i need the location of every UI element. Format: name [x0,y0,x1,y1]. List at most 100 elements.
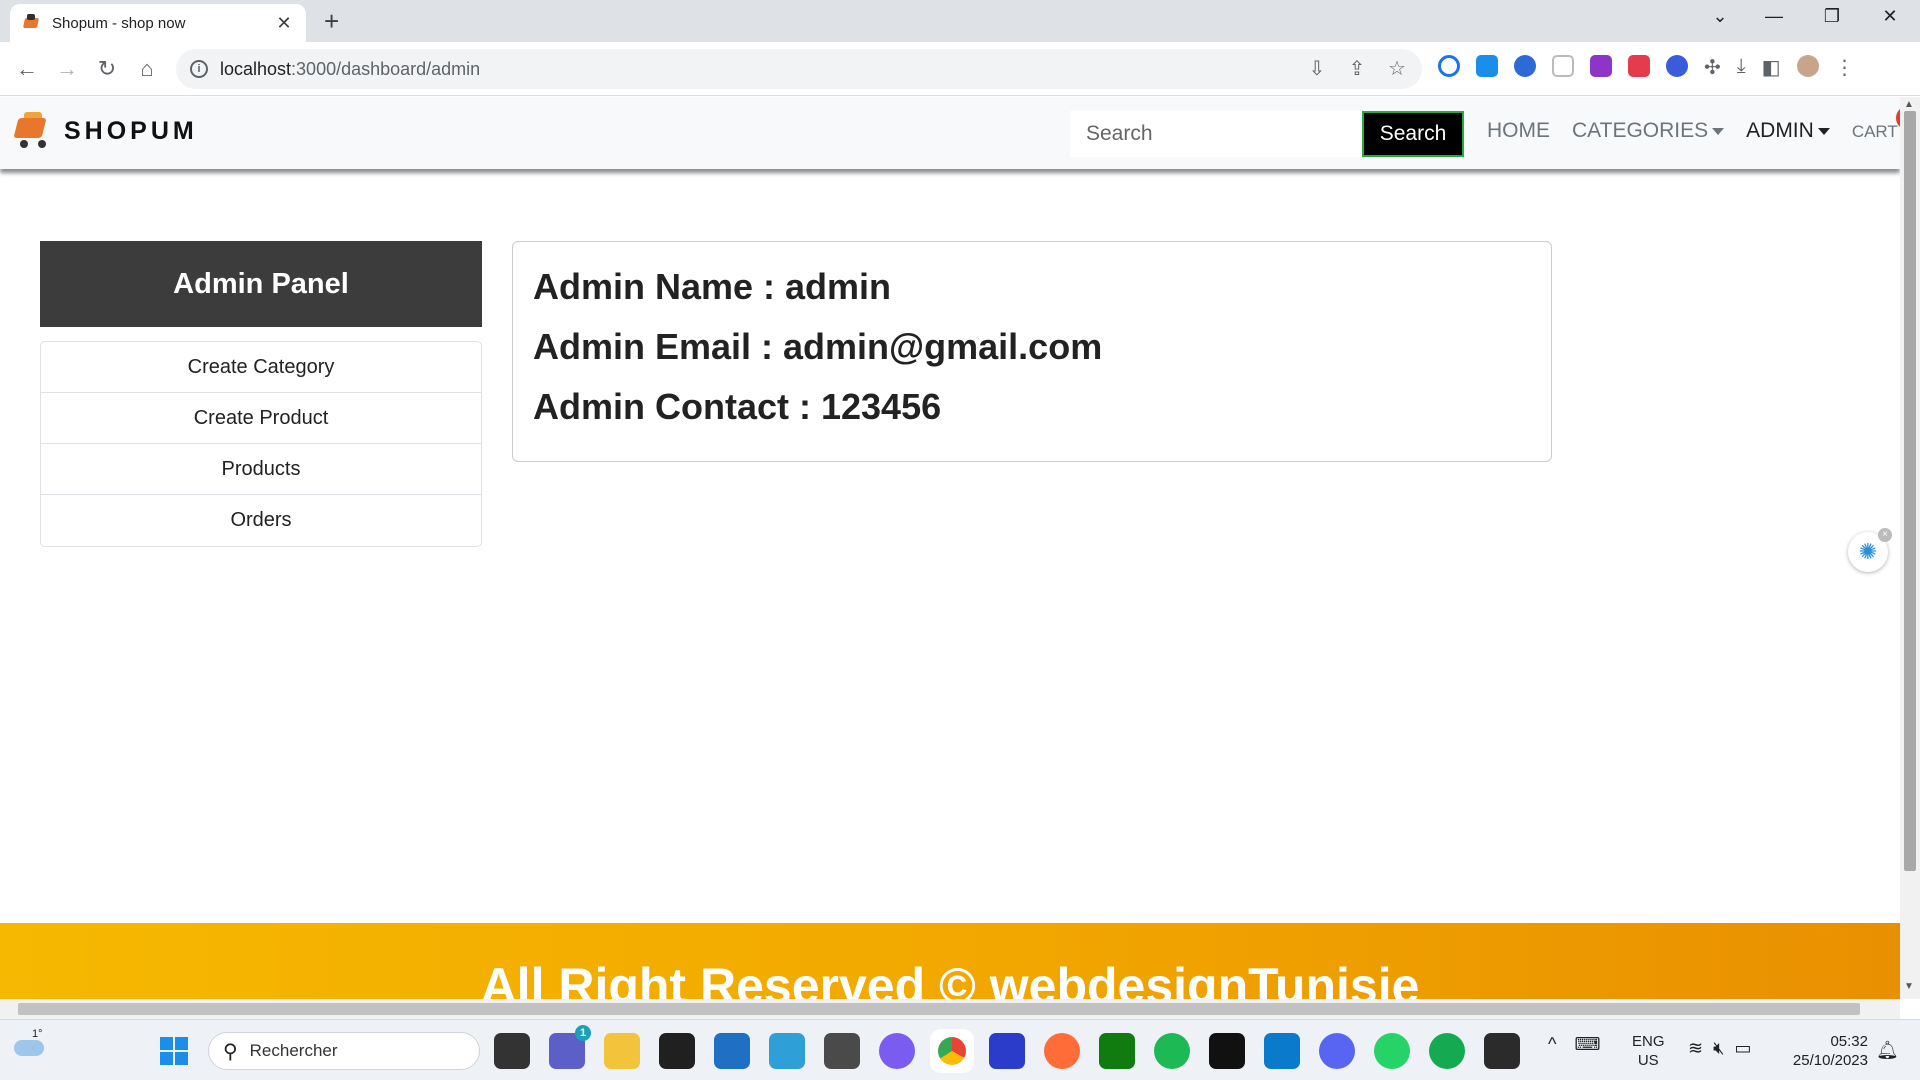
menu-products[interactable]: Products [41,444,481,495]
weather-temp: 1° [32,1028,43,1040]
tab-title: Shopum - shop now [52,14,186,32]
restore-icon[interactable]: ❐ [1812,6,1852,27]
extension-globe-icon[interactable] [1514,55,1536,77]
menu-create-product[interactable]: Create Product [41,393,481,444]
admin-info-card: Admin Name : admin Admin Email : admin@g… [512,241,1552,462]
scroll-down-icon[interactable]: ▼ [1904,981,1914,992]
adobe-icon[interactable] [1209,1033,1245,1069]
extension-blue-circle-icon[interactable] [1666,55,1688,77]
sticky-notes-icon[interactable] [659,1033,695,1069]
forward-icon[interactable]: → [52,54,82,84]
cart-label: CART [1851,122,1898,141]
menu-orders[interactable]: Orders [41,495,481,546]
extensions-puzzle-icon[interactable]: ✣ [1704,55,1721,80]
keyboard-icon[interactable]: ⌨ [1574,1034,1600,1055]
extensions-bar: ✣ ⤓ ◧ ⋮ [1438,55,1855,80]
terminal-icon[interactable] [1484,1033,1520,1069]
scroll-up-icon[interactable]: ▲ [1904,99,1914,110]
messenger-icon[interactable] [879,1033,915,1069]
teams-icon[interactable]: 1 [549,1025,591,1069]
nav-links: HOME CATEGORIES ADMIN CART 3 [1487,106,1920,143]
discord-icon[interactable] [1319,1033,1355,1069]
windows-taskbar: 1° ⚲ Rechercher 1 ^ ⌨ ENG US ≋ 🔇︎ ▭ 05:3… [0,1019,1920,1080]
vscode-icon[interactable] [1264,1033,1300,1069]
brand-link[interactable]: SHOPUM [13,112,198,150]
tray-expand-icon[interactable]: ^ [1548,1034,1556,1055]
profile-avatar[interactable] [1796,55,1819,77]
task-view-icon[interactable] [494,1033,530,1069]
mongodb-icon[interactable] [1429,1033,1465,1069]
horizontal-scroll-thumb[interactable] [18,1003,1860,1015]
muted-speaker-icon: 🔇︎ [1713,1038,1725,1058]
site-info-icon[interactable]: i [190,60,208,78]
horizontal-scrollbar[interactable] [0,999,1900,1019]
wifi-icon: ≋ [1688,1038,1704,1058]
install-icon[interactable]: ⇩ [1306,58,1328,80]
edge-icon[interactable] [769,1033,805,1069]
menu-create-category[interactable]: Create Category [41,342,481,393]
chevron-down-icon [1817,127,1830,135]
extension-purple-icon[interactable] [1590,55,1612,77]
chrome-icon[interactable] [934,1033,970,1069]
taskbar-apps: 1 [494,1025,1520,1069]
notes-app-icon[interactable] [989,1033,1025,1069]
shopum-favicon-icon [22,14,40,32]
file-explorer-icon[interactable] [604,1033,640,1069]
assistant-bubble-icon[interactable]: ✺ × [1848,528,1892,572]
browser-tab[interactable]: Shopum - shop now ✕ [10,4,306,42]
url-text[interactable]: localhost:3000/dashboard/admin [220,59,480,80]
minimize-icon[interactable]: — [1754,6,1794,27]
app-navbar: SHOPUM Search HOME CATEGORIES ADMIN CART… [0,97,1920,169]
admin-email: Admin Email : admin@gmail.com [533,326,1103,367]
postman-icon[interactable] [1044,1033,1080,1069]
store-icon[interactable] [714,1033,750,1069]
nav-home-link[interactable]: HOME [1487,119,1550,143]
extension-drop-icon[interactable] [1476,55,1498,77]
cube-app-icon[interactable] [824,1033,860,1069]
xbox-icon[interactable] [1099,1033,1135,1069]
tab-close-icon[interactable]: ✕ [274,13,294,34]
address-bar[interactable]: i localhost:3000/dashboard/admin ⇩ ⇪ ☆ [176,49,1422,89]
admin-name: Admin Name : admin [533,266,892,307]
close-window-icon[interactable]: ✕ [1870,6,1910,27]
brand-name: SHOPUM [64,116,198,145]
tab-search-icon[interactable]: ⌄ [1700,6,1740,27]
shopping-cart-logo-icon [13,112,54,150]
browser-menu-icon[interactable]: ⋮ [1835,55,1855,80]
extension-red-icon[interactable] [1628,55,1650,77]
nav-admin-dropdown[interactable]: ADMIN [1746,119,1830,143]
bookmark-star-icon[interactable]: ☆ [1386,58,1408,80]
footer-text: All Right Reserved © webdesignTunisie [480,958,1420,999]
clock-time: 05:32 [1830,1033,1868,1050]
chevron-down-icon [1712,127,1725,135]
nav-categories-dropdown[interactable]: CATEGORIES [1572,119,1725,143]
extension-ring-icon[interactable] [1438,55,1460,77]
new-tab-button[interactable]: + [324,8,339,34]
search-input[interactable] [1070,111,1360,157]
side-panel-icon[interactable]: ◧ [1762,55,1781,80]
vertical-scrollbar[interactable]: ▲ ▼ [1900,97,1920,999]
taskbar-search[interactable]: ⚲ Rechercher [208,1032,480,1070]
teams-badge: 1 [575,1025,591,1041]
downloads-icon[interactable]: ⤓ [1737,55,1746,80]
whatsapp-icon[interactable] [1374,1033,1410,1069]
search-button[interactable]: Search [1362,111,1464,157]
reload-icon[interactable]: ↻ [92,54,122,84]
back-icon[interactable]: ← [12,54,42,84]
home-icon[interactable]: ⌂ [132,54,162,84]
cloud-icon [14,1040,44,1056]
nav-cart-link[interactable]: CART 3 [1851,106,1920,142]
share-icon[interactable]: ⇪ [1346,58,1368,80]
admin-contact: Admin Contact : 123456 [533,386,942,427]
spotify-icon[interactable] [1154,1033,1190,1069]
extension-copy-icon[interactable] [1552,55,1574,77]
windows-start-icon[interactable] [160,1037,188,1065]
assistant-close-icon[interactable]: × [1878,528,1892,542]
notification-bell-icon[interactable]: 🔔︎ [1876,1040,1899,1061]
weather-widget[interactable]: 1° [14,1028,48,1058]
browser-tab-strip: Shopum - shop now ✕ + ⌄ — ❐ ✕ [0,0,1920,42]
vertical-scroll-thumb[interactable] [1904,111,1916,871]
network-sound-battery[interactable]: ≋ 🔇︎ ▭ [1688,1038,1751,1059]
clock[interactable]: 05:32 25/10/2023 [1784,1032,1868,1070]
language-indicator[interactable]: ENG US [1632,1032,1665,1070]
